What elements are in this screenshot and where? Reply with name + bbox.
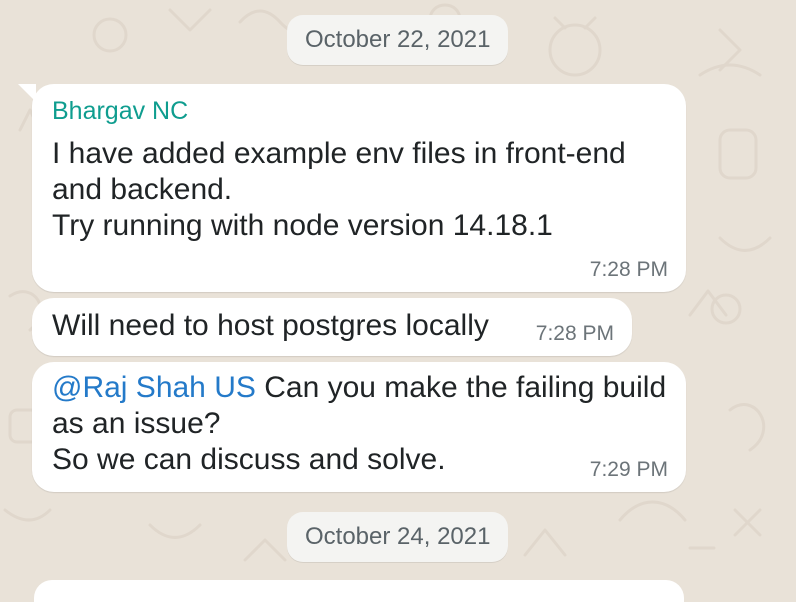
mention-link[interactable]: @Raj Shah US	[52, 371, 256, 404]
message-text: Will need to host postgres locally	[52, 309, 489, 342]
message-text: I have added example env files in front-…	[52, 137, 626, 242]
date-chip: October 24, 2021	[287, 512, 509, 562]
message-bubble[interactable]: Will need to host postgres locally 7:28 …	[32, 298, 632, 356]
message-time: 7:28 PM	[589, 258, 668, 281]
message-text: @Raj Shah US Can you make the failing bu…	[52, 370, 668, 478]
date-chip: October 22, 2021	[287, 15, 509, 65]
message-bubble[interactable]: Bhargav NC I have added example env file…	[18, 84, 686, 292]
chat-area[interactable]: October 22, 2021 Bhargav NC I have added…	[0, 0, 796, 602]
message-bubble[interactable]: @Raj Shah US Can you make the failing bu…	[32, 362, 686, 492]
sender-name: Bhargav NC	[52, 97, 189, 125]
message-time: 7:28 PM	[535, 322, 614, 345]
message-time: 7:29 PM	[589, 458, 668, 481]
next-message-bubble-partial[interactable]	[34, 580, 684, 602]
